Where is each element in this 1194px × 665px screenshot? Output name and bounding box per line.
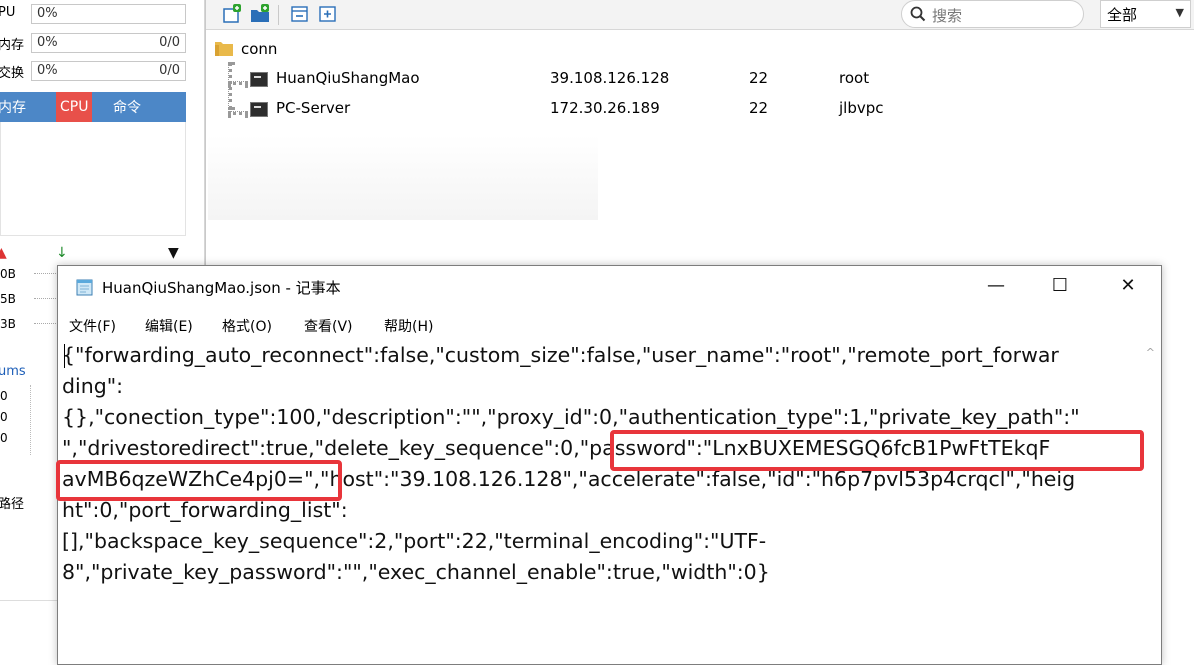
net-value: 0B [0, 267, 16, 281]
menu-format[interactable]: 格式(O) [222, 316, 272, 336]
text-line: {"forwarding_auto_reconnect":false,"cust… [62, 343, 1059, 367]
menu-bar: 文件(F) 编辑(E) 格式(O) 查看(V) 帮助(H) [58, 312, 1161, 338]
tab-command[interactable]: 命令 [113, 97, 141, 117]
chevron-down-icon: ▼ [1175, 6, 1184, 19]
notepad-icon [76, 279, 93, 296]
list-shading [208, 135, 598, 220]
session-toolbar: 搜索 全部 ▼ [206, 0, 1194, 30]
text-line: ding": [62, 374, 124, 398]
new-session-icon[interactable] [222, 4, 242, 24]
folder-icon [215, 42, 233, 56]
tab-cpu[interactable]: CPU [56, 92, 93, 122]
session-user: root [839, 69, 870, 87]
expand-all-icon[interactable] [318, 4, 338, 24]
collapse-all-icon[interactable] [290, 4, 310, 24]
path-label: 路径 [0, 497, 25, 512]
text-line: [],"backspace_key_sequence":2,"port":22,… [62, 529, 767, 553]
cpu-percent: 0% [37, 6, 58, 21]
password-highlight-box [56, 460, 342, 501]
dropdown-caret-icon[interactable]: ▼ [168, 245, 179, 261]
scroll-up-icon[interactable]: ^ [1146, 346, 1155, 359]
net-value: 3B [0, 317, 16, 331]
password-highlight-box [610, 430, 1144, 471]
terminal-icon [250, 102, 268, 117]
menu-file[interactable]: 文件(F) [69, 316, 116, 336]
swap-label: 交换 [0, 66, 25, 81]
swap-bar: 0% 0/0 [31, 61, 186, 81]
menu-view[interactable]: 查看(V) [304, 316, 353, 336]
toolbar-separator [278, 5, 279, 25]
text-editor[interactable]: {"forwarding_auto_reconnect":false,"cust… [62, 340, 1137, 664]
session-user: jlbvpc [839, 99, 884, 117]
ms-label: ums [0, 364, 26, 379]
close-button[interactable]: ✕ [1098, 266, 1158, 306]
tab-memory[interactable]: 内存 [0, 97, 26, 117]
filter-select[interactable]: 全部 ▼ [1100, 0, 1191, 28]
net-row: 0B [0, 267, 64, 281]
maximize-button[interactable]: ☐ [1030, 266, 1090, 306]
search-placeholder: 搜索 [932, 7, 963, 25]
ms-value: 0 [0, 431, 8, 445]
ms-value: 0 [0, 389, 8, 403]
session-port: 22 [749, 69, 769, 87]
minimize-button[interactable]: — [966, 266, 1026, 306]
net-row: 3B [0, 317, 64, 331]
menu-edit[interactable]: 编辑(E) [145, 316, 193, 336]
window-title: HuanQiuShangMao.json - 记事本 [102, 279, 341, 297]
monitor-tabs: 内存 CPU 命令 [0, 92, 186, 122]
filter-value: 全部 [1107, 6, 1138, 24]
session-row[interactable]: HuanQiuShangMao 39.108.126.128 22 root [206, 67, 1194, 95]
net-row: 5B [0, 292, 64, 306]
search-icon [910, 6, 926, 22]
ms-value: 0 [0, 410, 8, 424]
terminal-icon [250, 72, 268, 87]
memory-ratio: 0/0 [159, 35, 180, 50]
swap-percent: 0% [37, 63, 58, 78]
cpu-bar: 0% [31, 4, 186, 24]
memory-bar: 0% 0/0 [31, 33, 186, 53]
memory-percent: 0% [37, 35, 58, 50]
session-host: 172.30.26.189 [550, 99, 660, 117]
menu-help[interactable]: 帮助(H) [384, 316, 433, 336]
session-host: 39.108.126.128 [550, 69, 670, 87]
search-input[interactable]: 搜索 [901, 0, 1084, 28]
session-row[interactable]: PC-Server 172.30.26.189 22 jlbvpc [206, 97, 1194, 125]
download-arrow-icon: ↓ [56, 245, 68, 261]
memory-label: 内存 [0, 38, 25, 53]
upload-arrow-icon: ▲ [0, 245, 7, 261]
cpu-label: PU [0, 5, 16, 20]
swap-ratio: 0/0 [159, 63, 180, 78]
net-value: 5B [0, 292, 16, 306]
folder-label: conn [241, 40, 278, 58]
tab-panel [0, 122, 186, 236]
ms-divider [30, 385, 60, 455]
text-line: {},"conection_type":100,"description":""… [62, 405, 1080, 429]
notepad-titlebar[interactable]: HuanQiuShangMao.json - 记事本 — ☐ ✕ [58, 266, 1161, 306]
text-caret [64, 344, 65, 368]
new-folder-icon[interactable] [250, 4, 270, 24]
session-name: PC-Server [276, 99, 351, 117]
notepad-window: HuanQiuShangMao.json - 记事本 — ☐ ✕ 文件(F) 编… [56, 265, 1162, 665]
text-line: 8","private_key_password":"","exec_chann… [62, 560, 770, 584]
session-port: 22 [749, 99, 769, 117]
session-name: HuanQiuShangMao [276, 69, 420, 87]
